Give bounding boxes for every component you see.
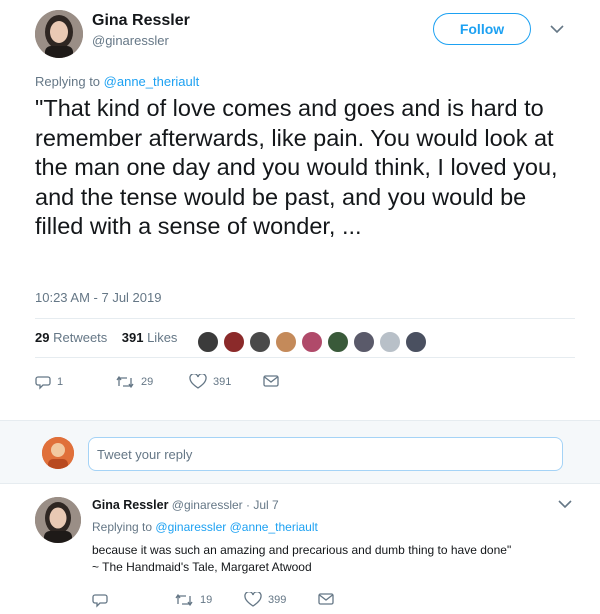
liker-avatar[interactable]: [300, 330, 324, 354]
reply-author-avatar[interactable]: [35, 497, 81, 543]
liker-avatar[interactable]: [248, 330, 272, 354]
reply-icon: [92, 594, 108, 608]
reply-date[interactable]: Jul 7: [253, 498, 278, 512]
liker-avatar[interactable]: [352, 330, 376, 354]
chevron-down-icon[interactable]: [549, 24, 565, 34]
reply-author-handle[interactable]: @ginaressler: [172, 498, 243, 512]
envelope-icon: [263, 375, 279, 387]
liker-avatar[interactable]: [196, 330, 220, 354]
replying-handle-link[interactable]: @anne_theriault: [104, 74, 200, 89]
retweet-count: 29: [141, 376, 154, 388]
reply-input[interactable]: [88, 437, 563, 471]
reply-like-count: 399: [268, 594, 287, 606]
follow-button[interactable]: Follow: [433, 13, 531, 45]
author-avatar[interactable]: [35, 10, 83, 58]
reply-text: because it was such an amazing and preca…: [92, 542, 562, 576]
tweet-stats: 29 Retweets 391 Likes: [35, 330, 177, 345]
heart-icon: [244, 592, 262, 607]
liker-avatar[interactable]: [222, 330, 246, 354]
divider: [35, 357, 575, 358]
liker-avatar[interactable]: [404, 330, 428, 354]
author-name[interactable]: Gina Ressler: [92, 12, 190, 30]
like-action[interactable]: 391: [189, 374, 231, 390]
reply-reply-action[interactable]: [92, 592, 114, 608]
reply-retweet-action[interactable]: 19: [174, 592, 212, 608]
reply-like-action[interactable]: 399: [244, 592, 286, 608]
likes-stat[interactable]: 391 Likes: [122, 330, 178, 345]
chevron-down-icon[interactable]: [557, 499, 573, 509]
liker-avatar[interactable]: [274, 330, 298, 354]
current-user-avatar[interactable]: [42, 437, 74, 469]
reply-direct-message-action[interactable]: [318, 592, 340, 606]
reply-replying-prefix: Replying to: [92, 520, 153, 534]
reply-icon: [35, 376, 51, 390]
separator-dot: ·: [246, 498, 250, 512]
tweet-text: "That kind of love comes and goes and is…: [35, 95, 558, 239]
author-handle[interactable]: @ginaressler: [92, 33, 169, 48]
envelope-icon: [318, 593, 334, 605]
direct-message-action[interactable]: [263, 374, 285, 388]
reply-replying-handles[interactable]: @ginaressler @anne_theriault: [155, 520, 317, 534]
reply-text-line-1: because it was such an amazing and preca…: [92, 543, 512, 557]
retweet-action[interactable]: 29: [115, 374, 153, 390]
liker-avatar[interactable]: [326, 330, 350, 354]
liker-avatar[interactable]: [378, 330, 402, 354]
reply-header: Gina Ressler @ginaressler · Jul 7: [92, 498, 279, 512]
reply-replying-to: Replying to @ginaressler @anne_theriault: [92, 520, 318, 534]
retweet-icon: [116, 375, 134, 389]
reply-text-line-2: ~ The Handmaid's Tale, Margaret Atwood: [92, 560, 312, 574]
reply-action[interactable]: 1: [35, 374, 63, 390]
tweet-timestamp[interactable]: 10:23 AM - 7 Jul 2019: [35, 290, 161, 305]
retweet-icon: [175, 593, 193, 607]
heart-icon: [189, 374, 207, 389]
reply-count: 1: [57, 376, 64, 388]
reply-retweet-count: 19: [200, 594, 213, 606]
like-count: 391: [213, 376, 232, 388]
divider: [35, 318, 575, 319]
replying-prefix: Replying to: [35, 74, 101, 89]
reply-author-name[interactable]: Gina Ressler: [92, 498, 168, 512]
retweets-stat[interactable]: 29 Retweets: [35, 330, 107, 345]
replying-to: Replying to @anne_theriault: [35, 74, 199, 89]
